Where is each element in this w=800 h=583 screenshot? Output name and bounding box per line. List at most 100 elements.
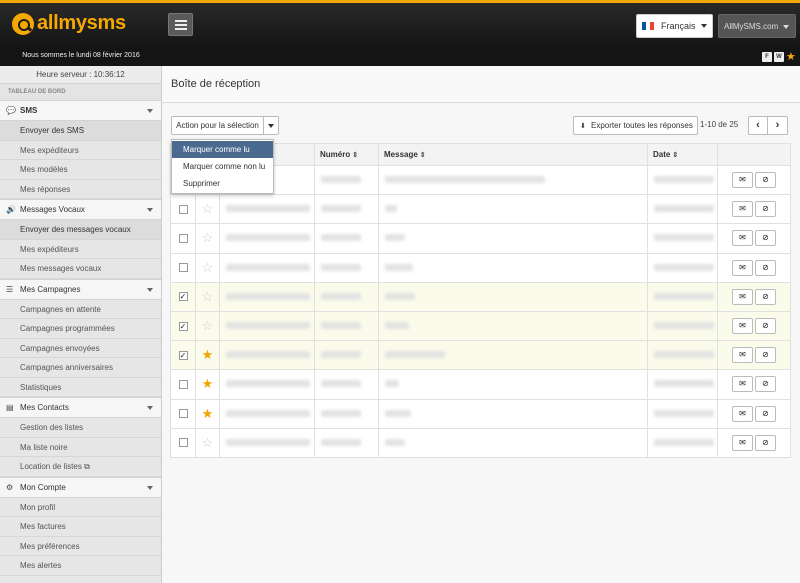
sidebar-section-contacts[interactable]: ▤ Mes Contacts — [0, 397, 161, 418]
envelope-icon[interactable]: ✉ — [732, 318, 753, 335]
sidebar-item-birthday-campaigns[interactable]: Campagnes anniversaires — [0, 358, 161, 378]
header-message[interactable]: Message ⇕ — [378, 143, 648, 166]
row-checkbox[interactable]: ✓ — [178, 321, 188, 331]
menu-item-mark-unread[interactable]: Marquer comme non lu — [172, 158, 273, 175]
section-label: Mes Contacts — [20, 403, 69, 412]
sidebar-item-pending-campaigns[interactable]: Campagnes en attente — [0, 299, 161, 319]
row-contact — [219, 252, 315, 283]
row-checkbox[interactable] — [178, 409, 188, 419]
envelope-icon[interactable]: ✉ — [732, 434, 753, 451]
star-icon[interactable]: ☆ — [202, 289, 214, 304]
star-icon[interactable]: ☆ — [202, 318, 214, 333]
envelope-icon[interactable]: ✉ — [732, 376, 753, 393]
redacted-text — [654, 292, 714, 300]
prev-page-button[interactable]: ‹ — [748, 116, 768, 135]
menu-item-mark-read[interactable]: Marquer comme lu — [172, 141, 273, 158]
sidebar-item-list-rental[interactable]: Location de listes ⧉ — [0, 457, 161, 477]
star-icon[interactable]: ★ — [202, 376, 214, 391]
export-replies-button[interactable]: ⬇ Exporter toutes les réponses — [573, 116, 698, 135]
sidebar-section-account[interactable]: ⚙ Mon Compte — [0, 476, 161, 498]
sidebar-item-replies[interactable]: Mes réponses — [0, 179, 161, 199]
envelope-icon[interactable]: ✉ — [732, 201, 753, 218]
redacted-text — [654, 234, 714, 242]
block-icon[interactable]: ⊘ — [755, 201, 776, 218]
sidebar-item-scheduled-campaigns[interactable]: Campagnes programmées — [0, 319, 161, 339]
envelope-icon[interactable]: ✉ — [732, 230, 753, 247]
sidebar-item-invoices[interactable]: Mes factures — [0, 517, 161, 537]
table-row[interactable]: ★ ✉ ⊘ — [170, 369, 791, 400]
star-icon[interactable]: ★ — [202, 347, 214, 362]
bulk-action-dropdown-toggle[interactable] — [264, 116, 279, 135]
redacted-text — [226, 351, 310, 359]
table-row[interactable]: ☆ ✉ ⊘ — [170, 427, 791, 458]
redacted-text — [385, 380, 399, 388]
menu-toggle-button[interactable] — [168, 13, 193, 36]
row-checkbox[interactable]: ✓ — [178, 292, 188, 302]
menu-item-delete[interactable]: Supprimer — [172, 175, 273, 192]
sidebar-item-voice-messages[interactable]: Mes messages vocaux — [0, 259, 161, 279]
sidebar-section-sms[interactable]: 💬 SMS — [0, 100, 161, 121]
table-row[interactable]: ✓ ★ ✉ ⊘ — [170, 340, 791, 371]
f-icon[interactable]: F — [762, 52, 772, 62]
bulk-action-button[interactable]: Action pour la sélection — [171, 116, 264, 135]
next-page-button[interactable]: › — [768, 116, 788, 135]
header-number[interactable]: Numéro ⇕ — [314, 143, 379, 166]
logo[interactable]: allmysms — [12, 12, 126, 35]
star-icon[interactable]: ☆ — [202, 201, 214, 216]
star-icon[interactable]: ★ — [202, 406, 214, 421]
star-icon[interactable]: ★ — [786, 50, 796, 63]
sidebar-item-blacklist[interactable]: Ma liste noire — [0, 437, 161, 457]
dashboard-label[interactable]: TABLEAU DE BORD — [0, 84, 161, 100]
star-icon[interactable]: ☆ — [202, 230, 214, 245]
block-icon[interactable]: ⊘ — [755, 259, 776, 276]
block-icon[interactable]: ⊘ — [755, 376, 776, 393]
sidebar-item-voice-senders[interactable]: Mes expéditeurs — [0, 239, 161, 259]
table-row[interactable]: ☆ ✉ ⊘ — [170, 223, 791, 254]
sidebar-item-templates[interactable]: Mes modèles — [0, 160, 161, 180]
account-menu-button[interactable]: AllMySMS.com — [718, 14, 796, 38]
star-icon[interactable]: ☆ — [202, 435, 214, 450]
table-row[interactable]: ✓ ☆ ✉ ⊘ — [170, 281, 791, 312]
block-icon[interactable]: ⊘ — [755, 405, 776, 422]
row-star-cell: ☆ — [195, 427, 220, 458]
w-icon[interactable]: W — [774, 52, 784, 62]
row-checkbox[interactable] — [178, 233, 188, 243]
table-row[interactable]: ☆ ✉ ⊘ — [170, 252, 791, 283]
table-row[interactable]: ★ ✉ ⊘ — [170, 398, 791, 429]
block-icon[interactable]: ⊘ — [755, 172, 776, 189]
sidebar-item-send-sms[interactable]: Envoyer des SMS — [0, 121, 161, 141]
envelope-icon[interactable]: ✉ — [732, 405, 753, 422]
sidebar-item-send-voice[interactable]: Envoyer des messages vocaux — [0, 220, 161, 240]
sidebar-item-profile[interactable]: Mon profil — [0, 497, 161, 517]
sidebar-item-sent-campaigns[interactable]: Campagnes envoyées — [0, 338, 161, 358]
sidebar-item-list-management[interactable]: Gestion des listes — [0, 418, 161, 438]
row-checkbox[interactable] — [178, 379, 188, 389]
chevron-down-icon — [147, 208, 153, 212]
sidebar-item-preferences[interactable]: Mes préférences — [0, 536, 161, 556]
row-checkbox[interactable]: ✓ — [178, 350, 188, 360]
sidebar-item-alerts[interactable]: Mes alertes — [0, 556, 161, 576]
sidebar-section-voice[interactable]: 🔊 Messages Vocaux — [0, 199, 161, 220]
header-date[interactable]: Date ⇕ — [647, 143, 718, 166]
block-icon[interactable]: ⊘ — [755, 434, 776, 451]
envelope-icon[interactable]: ✉ — [732, 347, 753, 364]
language-select[interactable]: Français — [636, 14, 713, 38]
block-icon[interactable]: ⊘ — [755, 288, 776, 305]
envelope-icon[interactable]: ✉ — [732, 259, 753, 276]
row-checkbox[interactable] — [178, 204, 188, 214]
block-icon[interactable]: ⊘ — [755, 318, 776, 335]
envelope-icon[interactable]: ✉ — [732, 288, 753, 305]
table-row[interactable]: ✓ ☆ ✉ ⊘ — [170, 310, 791, 342]
chat-icon: 💬 — [6, 106, 16, 115]
envelope-icon[interactable]: ✉ — [732, 172, 753, 189]
sidebar-item-statistics[interactable]: Statistiques — [0, 377, 161, 397]
block-icon[interactable]: ⊘ — [755, 347, 776, 364]
row-checkbox[interactable] — [178, 263, 188, 273]
star-icon[interactable]: ☆ — [202, 260, 214, 275]
row-checkbox-cell — [170, 252, 196, 283]
sidebar-section-campaigns[interactable]: ☰ Mes Campagnes — [0, 278, 161, 300]
row-checkbox[interactable] — [178, 438, 188, 448]
table-row[interactable]: ☆ ✉ ⊘ — [170, 194, 791, 225]
block-icon[interactable]: ⊘ — [755, 230, 776, 247]
sidebar-item-senders[interactable]: Mes expéditeurs — [0, 140, 161, 160]
